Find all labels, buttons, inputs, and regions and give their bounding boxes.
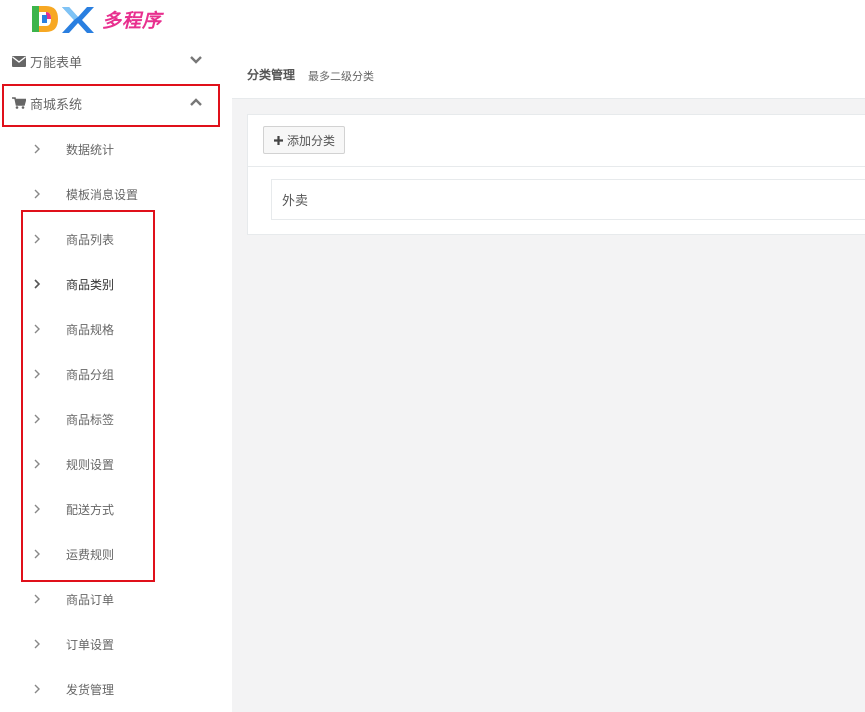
- sidebar-item-product-orders[interactable]: 商品订单: [0, 589, 232, 609]
- category-label: 外卖: [282, 194, 309, 209]
- envelope-icon: [12, 55, 26, 67]
- chevron-up-icon[interactable]: [189, 95, 203, 109]
- chevron-right-icon: [34, 189, 40, 199]
- sidebar-item-label: 商品订单: [66, 593, 115, 607]
- chevron-right-icon: [34, 414, 40, 424]
- logo-mark-icon: [32, 6, 94, 33]
- sidebar-item-delivery-method[interactable]: 配送方式: [0, 499, 232, 519]
- sidebar-item-product-list[interactable]: 商品列表: [0, 229, 232, 249]
- add-category-button[interactable]: 添加分类: [263, 126, 346, 154]
- chevron-right-icon: [34, 594, 40, 604]
- chevron-right-icon: [34, 684, 40, 694]
- sidebar-item-label: 规则设置: [66, 458, 115, 472]
- sidebar-section-label: 万能表单: [30, 55, 83, 71]
- top-bar: 多程序: [0, 0, 865, 49]
- sidebar-item-shipping-rules[interactable]: 运费规则: [0, 544, 232, 564]
- chevron-right-icon: [34, 504, 40, 514]
- sidebar-item-shipment-management[interactable]: 发货管理: [0, 679, 232, 699]
- logo[interactable]: 多程序: [28, 2, 162, 36]
- chevron-right-icon: [34, 369, 40, 379]
- chevron-right-icon: [34, 324, 40, 334]
- add-category-label: 添加分类: [287, 133, 336, 148]
- sidebar-item-product-tag[interactable]: 商品标签: [0, 409, 232, 429]
- panel-toolbar: 添加分类: [248, 115, 865, 167]
- category-panel: 添加分类 外卖: [247, 114, 865, 235]
- page-subtitle: 最多二级分类: [308, 70, 374, 83]
- sidebar-item-label: 订单设置: [66, 638, 115, 652]
- sidebar-item-label: 模板消息设置: [66, 188, 139, 202]
- page-header: 分类管理 最多二级分类: [232, 48, 865, 99]
- sidebar-item-order-settings[interactable]: 订单设置: [0, 634, 232, 654]
- sidebar-item-product-category[interactable]: 商品类别: [0, 274, 232, 294]
- category-item[interactable]: 外卖: [271, 179, 865, 220]
- sidebar-item-label: 商品标签: [66, 413, 115, 427]
- chevron-right-icon: [34, 279, 41, 289]
- sidebar-item-stats[interactable]: 数据统计: [0, 139, 232, 159]
- sidebar-item-label: 数据统计: [66, 143, 115, 157]
- chevron-down-icon[interactable]: [189, 53, 203, 67]
- sidebar-item-rule-settings[interactable]: 规则设置: [0, 454, 232, 474]
- sidebar: 万能表单 商城系统 数据统计 模板消息设置 商品列表 商品类别 商品规格 商品分…: [0, 48, 232, 712]
- sidebar-item-label: 配送方式: [66, 503, 115, 517]
- plus-icon: [274, 135, 283, 145]
- sidebar-item-label: 商品分组: [66, 368, 115, 382]
- main-content: 分类管理 最多二级分类 添加分类 外卖: [232, 48, 865, 712]
- chevron-right-icon: [34, 234, 40, 244]
- sidebar-item-template-message[interactable]: 模板消息设置: [0, 184, 232, 204]
- sidebar-item-label: 商品列表: [66, 233, 115, 247]
- chevron-right-icon: [34, 459, 40, 469]
- sidebar-section-mall[interactable]: 商城系统: [0, 90, 244, 116]
- chevron-right-icon: [34, 639, 40, 649]
- sidebar-item-label: 运费规则: [66, 548, 115, 562]
- sidebar-item-product-spec[interactable]: 商品规格: [0, 319, 232, 339]
- sidebar-item-label: 发货管理: [66, 683, 115, 697]
- logo-text: 多程序: [102, 9, 163, 32]
- sidebar-item-label: 商品类别: [66, 278, 115, 292]
- chevron-right-icon: [34, 144, 40, 154]
- page-title: 分类管理: [247, 68, 296, 82]
- sidebar-item-label: 商品规格: [66, 323, 115, 337]
- cart-icon: [12, 97, 26, 109]
- chevron-right-icon: [34, 549, 40, 559]
- sidebar-section-form[interactable]: 万能表单: [0, 48, 244, 74]
- sidebar-section-label: 商城系统: [30, 97, 83, 113]
- sidebar-item-product-group[interactable]: 商品分组: [0, 364, 232, 384]
